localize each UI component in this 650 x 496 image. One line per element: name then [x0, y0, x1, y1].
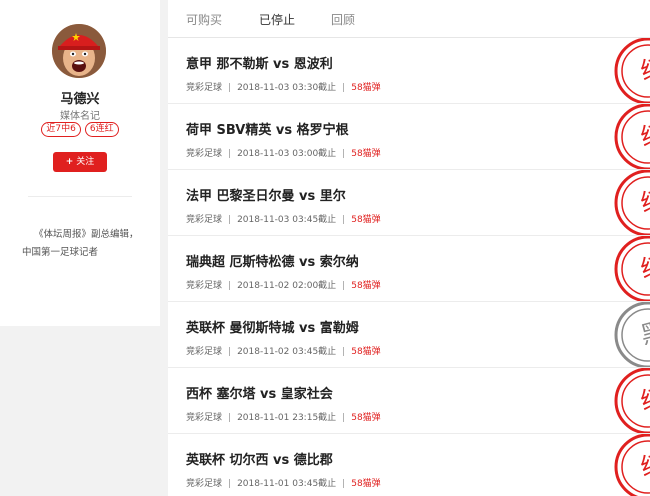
result-stamp-label: 红	[638, 382, 650, 415]
author-name: 马德兴	[60, 92, 100, 107]
list-item[interactable]: 瑞典超 厄斯特松德 vs 索尔纳 竞彩足球 | 2018-11-02 02:00截止…	[168, 236, 650, 302]
result-stamp-icon: 红	[614, 434, 650, 496]
match-title[interactable]: 法甲 巴黎圣日尔曼 vs 里尔	[186, 185, 346, 204]
tab-review[interactable]: 回顾	[331, 11, 355, 28]
match-category: 竞彩足球	[186, 413, 223, 423]
record-badges: 近7中6 6连红	[0, 122, 160, 137]
match-deadline: 2018-11-01 23:15截止	[237, 413, 337, 423]
match-category: 竞彩足球	[186, 281, 223, 291]
match-title[interactable]: 英联杯 曼彻斯特城 vs 富勒姆	[186, 317, 359, 336]
result-stamp-label: 红	[638, 250, 650, 283]
match-category: 竞彩足球	[186, 479, 223, 489]
result-stamp-icon: 红	[614, 38, 650, 103]
match-price: 58猫弹	[351, 479, 381, 489]
author-title: 媒体名记	[60, 111, 100, 122]
result-stamp-icon: 红	[614, 236, 650, 301]
match-title[interactable]: 意甲 那不勒斯 vs 恩波利	[186, 53, 333, 72]
result-stamp-label: 红	[638, 448, 650, 481]
match-price: 58猫弹	[351, 281, 381, 291]
list-item[interactable]: 荷甲 SBV精英 vs 格罗宁根 竞彩足球 | 2018-11-03 03:00截止…	[168, 104, 650, 170]
result-stamp-icon: 黑	[614, 302, 650, 367]
match-meta: 竞彩足球 | 2018-11-01 03:45截止 | 58猫弹	[186, 479, 381, 489]
match-price: 58猫弹	[351, 149, 381, 159]
match-meta: 竞彩足球 | 2018-11-02 03:45截止 | 58猫弹	[186, 347, 381, 357]
match-deadline: 2018-11-03 03:30截止	[237, 83, 337, 93]
tab-available[interactable]: 可购买	[186, 11, 222, 28]
match-price: 58猫弹	[351, 215, 381, 225]
match-title[interactable]: 英联杯 切尔西 vs 德比郡	[186, 449, 333, 468]
match-meta: 竞彩足球 | 2018-11-02 02:00截止 | 58猫弹	[186, 281, 381, 291]
main-panel: 可购买 已停止 回顾 意甲 那不勒斯 vs 恩波利 竞彩足球 | 2018-11-0…	[168, 0, 650, 496]
result-stamp-label: 黑	[638, 316, 650, 349]
match-price: 58猫弹	[351, 83, 381, 93]
match-meta: 竞彩足球 | 2018-11-03 03:00截止 | 58猫弹	[186, 149, 381, 159]
result-stamp-icon: 红	[614, 104, 650, 169]
match-title[interactable]: 荷甲 SBV精英 vs 格罗宁根	[186, 119, 349, 138]
match-deadline: 2018-11-03 03:45截止	[237, 215, 337, 225]
match-category: 竞彩足球	[186, 347, 223, 357]
result-stamp-icon: 红	[614, 368, 650, 433]
follow-label: 关注	[76, 157, 95, 167]
match-title[interactable]: 瑞典超 厄斯特松德 vs 索尔纳	[186, 251, 359, 270]
follow-button[interactable]: + 关注	[53, 152, 107, 172]
avatar[interactable]	[52, 24, 106, 78]
match-category: 竞彩足球	[186, 149, 223, 159]
author-profile-card: 马德兴 媒体名记 近7中6 6连红 + 关注 《体坛周报》副总编辑，中国第一足球记…	[0, 0, 160, 326]
match-deadline: 2018-11-02 02:00截止	[237, 281, 337, 291]
match-price: 58猫弹	[351, 347, 381, 357]
match-category: 竞彩足球	[186, 215, 223, 225]
streak-badge: 6连红	[84, 122, 119, 137]
recent-record-badge: 近7中6	[41, 122, 81, 137]
list-item[interactable]: 西杯 塞尔塔 vs 皇家社会 竞彩足球 | 2018-11-01 23:15截止 | 5…	[168, 368, 650, 434]
result-stamp-icon: 红	[614, 170, 650, 235]
match-price: 58猫弹	[351, 413, 381, 423]
match-meta: 竞彩足球 | 2018-11-01 23:15截止 | 58猫弹	[186, 413, 381, 423]
author-bio: 《体坛周报》副总编辑，中国第一足球记者	[22, 229, 139, 258]
match-title[interactable]: 西杯 塞尔塔 vs 皇家社会	[186, 383, 333, 402]
match-meta: 竞彩足球 | 2018-11-03 03:45截止 | 58猫弹	[186, 215, 381, 225]
match-deadline: 2018-11-02 03:45截止	[237, 347, 337, 357]
match-deadline: 2018-11-01 03:45截止	[237, 479, 337, 489]
match-category: 竞彩足球	[186, 83, 223, 93]
result-stamp-label: 红	[638, 52, 650, 85]
result-stamp-label: 红	[638, 118, 650, 151]
tab-stopped[interactable]: 已停止	[259, 11, 295, 28]
match-meta: 竞彩足球 | 2018-11-03 03:30截止 | 58猫弹	[186, 83, 381, 93]
list-item[interactable]: 意甲 那不勒斯 vs 恩波利 竞彩足球 | 2018-11-03 03:30截止 | 5…	[168, 38, 650, 104]
list-item[interactable]: 英联杯 切尔西 vs 德比郡 竞彩足球 | 2018-11-01 03:45截止 | 5…	[168, 434, 650, 496]
list-item[interactable]: 法甲 巴黎圣日尔曼 vs 里尔 竞彩足球 | 2018-11-03 03:45截止 |…	[168, 170, 650, 236]
result-stamp-label: 红	[638, 184, 650, 217]
plus-icon: +	[65, 157, 74, 167]
list-item[interactable]: 英联杯 曼彻斯特城 vs 富勒姆 竞彩足球 | 2018-11-02 03:45截止…	[168, 302, 650, 368]
match-deadline: 2018-11-03 03:00截止	[237, 149, 337, 159]
divider	[28, 196, 132, 197]
tab-bar: 可购买 已停止 回顾	[168, 0, 650, 38]
